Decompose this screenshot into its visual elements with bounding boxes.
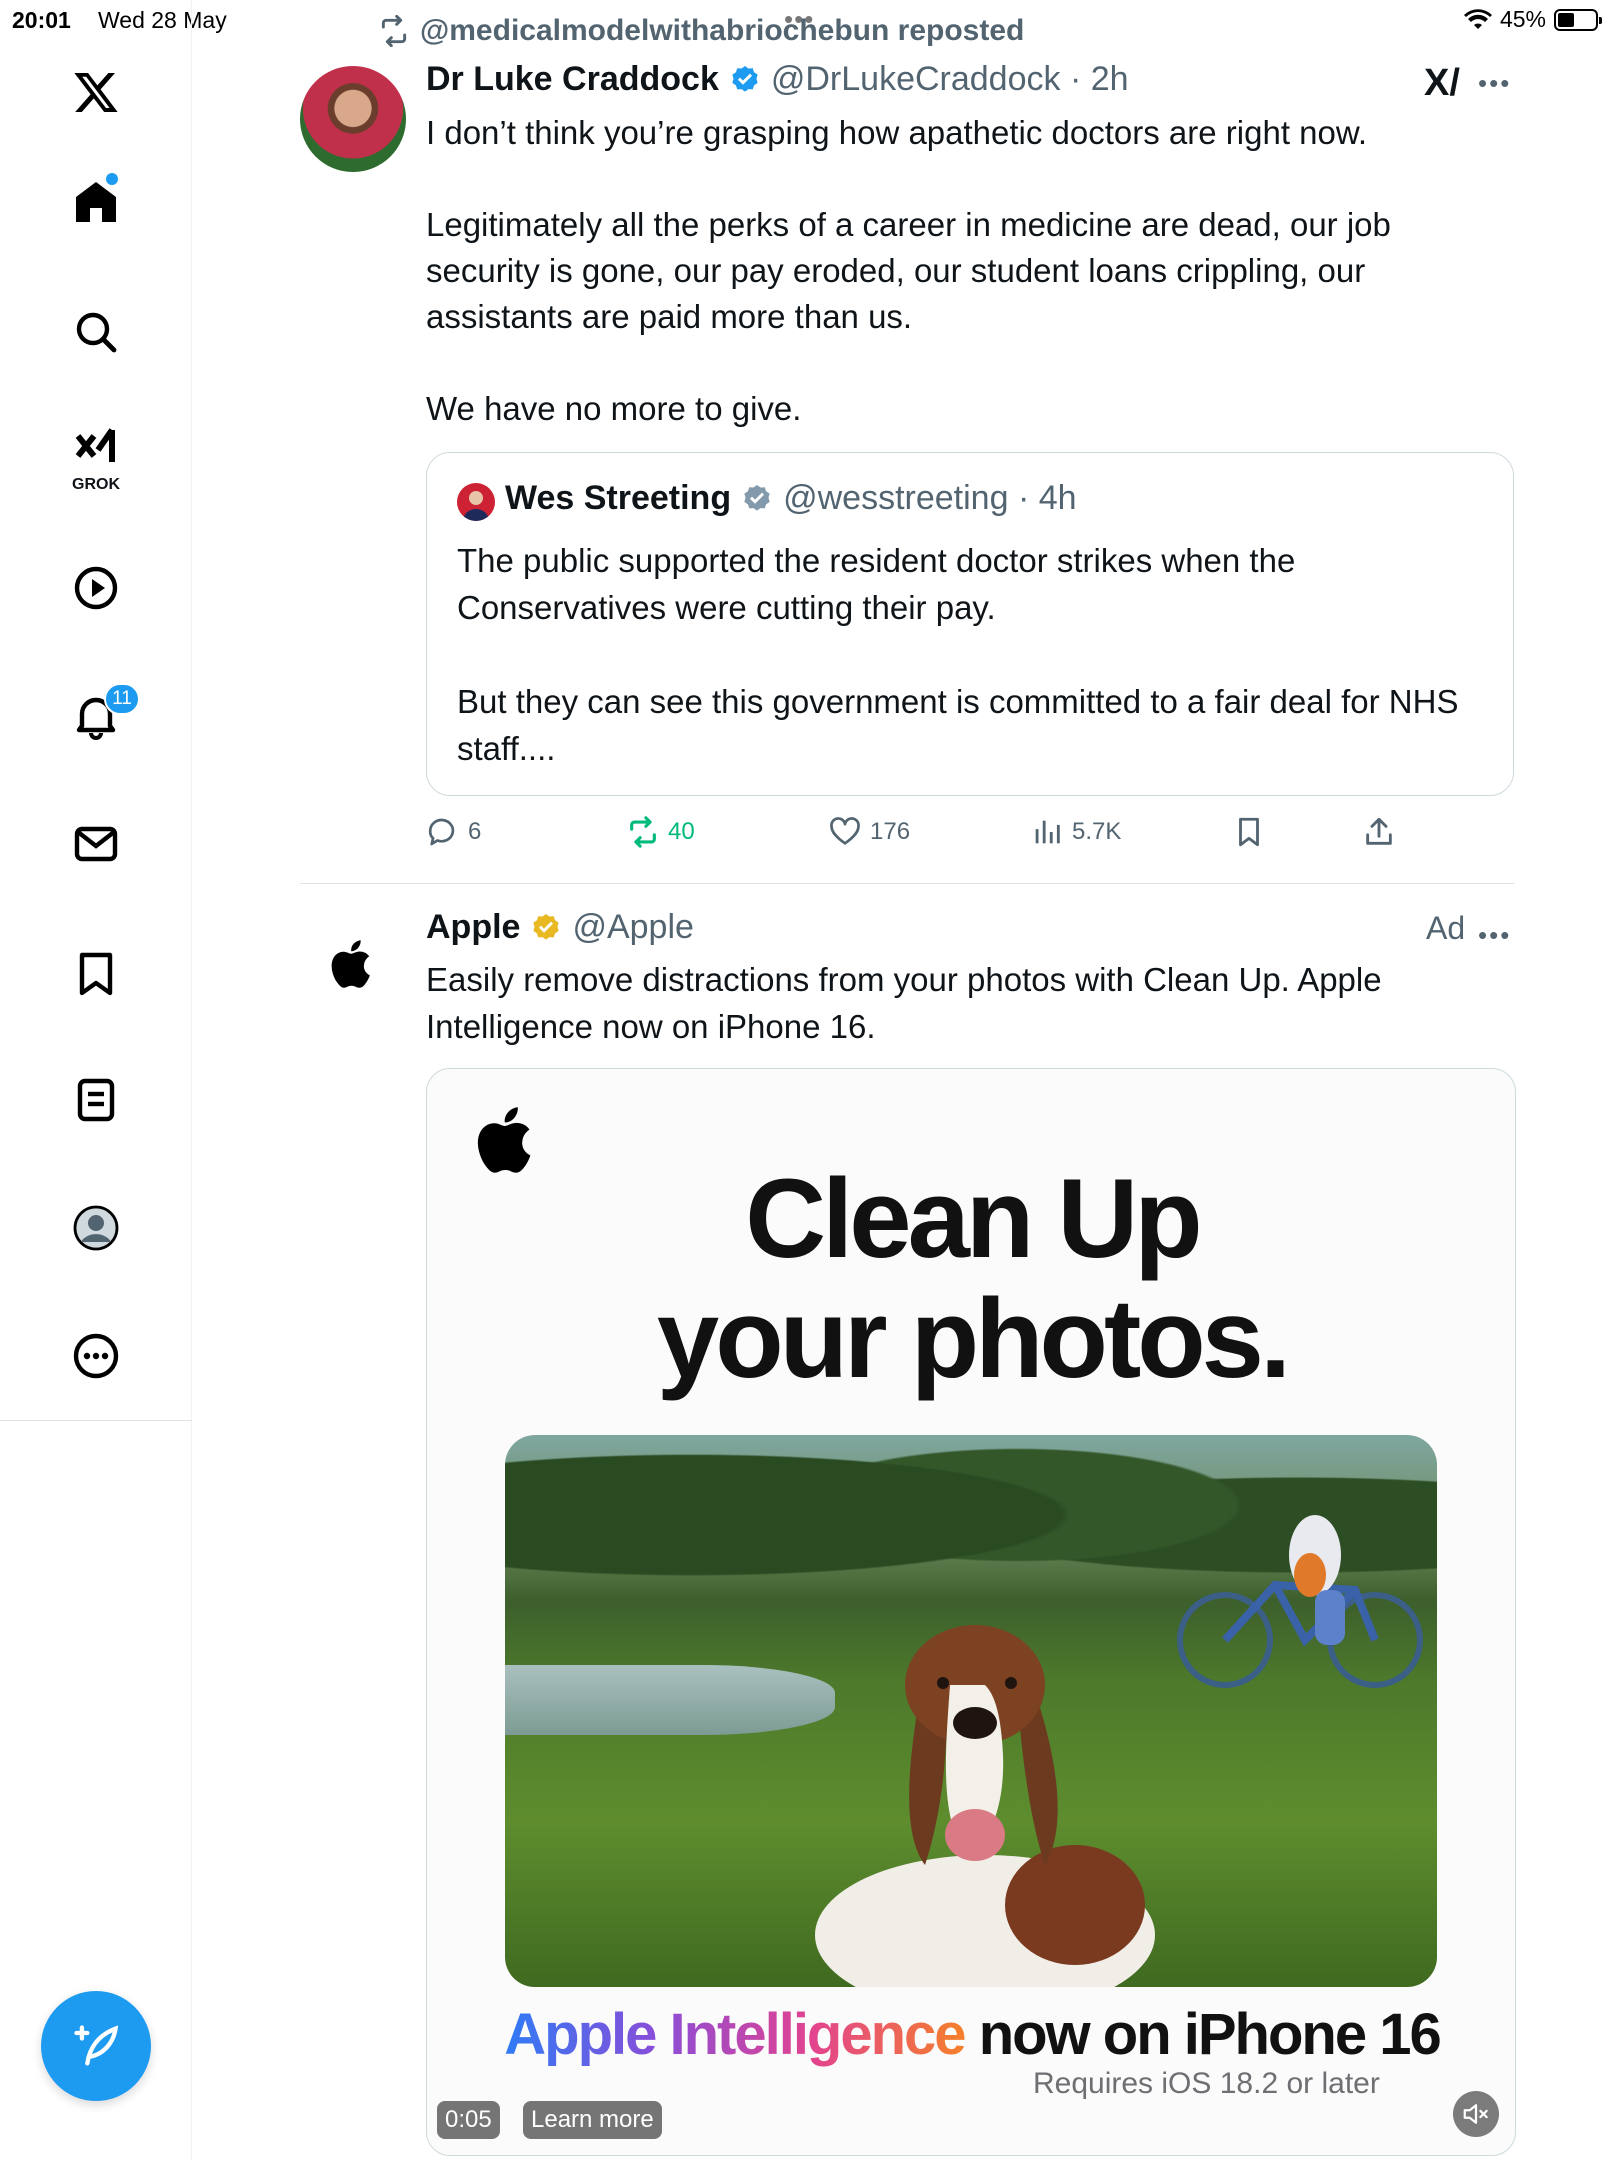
- more-options-icon[interactable]: [66, 1326, 126, 1386]
- grok-icon[interactable]: [66, 420, 126, 480]
- views-chart-icon: [1035, 820, 1060, 844]
- notifications-badge: 11: [104, 683, 140, 715]
- grok-explain-icon[interactable]: X/: [1424, 62, 1460, 105]
- grok-label: GROK: [72, 476, 120, 493]
- ad-author-name[interactable]: Apple: [426, 908, 520, 947]
- like-button[interactable]: 176: [828, 815, 910, 849]
- sidebar-divider: [0, 1420, 192, 1421]
- verified-badge-icon: [732, 65, 758, 92]
- x-logo-icon[interactable]: [66, 62, 126, 122]
- tweet-actions: 6 40 176 5.7K: [426, 815, 1516, 855]
- wifi-icon: [1463, 8, 1492, 29]
- mute-button[interactable]: [1453, 2091, 1499, 2137]
- dot-separator: ·: [1008, 479, 1039, 517]
- quoted-header: Wes Streeting @wesstreeting · 4h: [505, 479, 1077, 518]
- tweet-divider: [300, 883, 1514, 884]
- reply-button[interactable]: 6: [426, 815, 481, 849]
- dot-separator: ·: [1060, 60, 1091, 98]
- quoted-text: The public supported the resident doctor…: [457, 542, 1459, 767]
- ad-label: Ad: [1426, 910, 1466, 946]
- profile-avatar-icon[interactable]: [66, 1198, 126, 1258]
- tweet-header: Dr Luke Craddock @DrLukeCraddock · 2h: [426, 60, 1129, 99]
- bookmarks-icon[interactable]: [66, 944, 126, 1004]
- battery-percent: 45%: [1499, 6, 1546, 32]
- repost-icon: [381, 15, 407, 47]
- share-button[interactable]: [1362, 815, 1396, 849]
- video-duration: 0:05: [437, 2101, 500, 2139]
- compose-post-button[interactable]: [41, 1991, 151, 2101]
- tagline-rest: now on iPhone 16: [964, 2002, 1442, 2067]
- repost-indicator[interactable]: @medicalmodelwithabriochebun reposted: [378, 14, 1024, 48]
- media-headline: Clean Up your photos.: [656, 1156, 1291, 1401]
- dog-photo: [505, 1435, 1437, 1987]
- quoted-tweet[interactable]: Wes Streeting @wesstreeting · 4h The pub…: [426, 452, 1514, 796]
- bookmark-icon: [1239, 817, 1259, 847]
- lists-icon[interactable]: [66, 1070, 126, 1130]
- quoted-author-name: Wes Streeting: [505, 479, 732, 517]
- ad-more-icon[interactable]: •••: [1478, 920, 1511, 951]
- quoted-author-handle: @wesstreeting: [783, 479, 1009, 517]
- author-handle[interactable]: @DrLukeCraddock: [771, 60, 1061, 99]
- ad-video[interactable]: Clean Up your photos. Apple Intelligence…: [426, 1068, 1516, 2156]
- search-icon[interactable]: [66, 302, 126, 362]
- tagline-apple-intelligence: Apple Intelligence: [504, 2002, 966, 2067]
- like-count: 176: [870, 818, 911, 845]
- video-play-icon[interactable]: [66, 558, 126, 618]
- status-right: 45%: [1463, 6, 1602, 33]
- tweet-time[interactable]: 2h: [1091, 60, 1129, 99]
- verified-badge-grey-icon: [744, 484, 770, 511]
- battery-icon: [1554, 8, 1602, 31]
- views-button[interactable]: 5.7K: [1030, 815, 1121, 849]
- media-requirement: Requires iOS 18.2 or later: [1033, 2067, 1380, 2100]
- author-avatar[interactable]: [300, 66, 406, 172]
- compose-feather-icon: [74, 2025, 119, 2066]
- reply-count: 6: [468, 818, 482, 845]
- ad-header: Apple @Apple: [426, 908, 694, 947]
- repost-count: 40: [668, 818, 695, 845]
- share-icon: [1366, 817, 1392, 845]
- sidebar: GROK 11: [0, 0, 192, 2160]
- author-name[interactable]: Dr Luke Craddock: [426, 60, 719, 99]
- home-unread-dot: [106, 173, 118, 185]
- heart-icon: [830, 817, 860, 845]
- verified-gold-badge-icon: [533, 913, 560, 940]
- quoted-author-avatar: [457, 483, 495, 521]
- messages-envelope-icon[interactable]: [66, 814, 126, 874]
- bicycle-rider-image: [1177, 1515, 1423, 1688]
- reply-icon: [428, 818, 455, 846]
- media-tagline: Apple Intelligence now on iPhone 16: [427, 2001, 1515, 2068]
- tweet-more-icon[interactable]: •••: [1478, 68, 1511, 99]
- ad-text: Easily remove distractions from your pho…: [426, 961, 1391, 1045]
- learn-more-button[interactable]: Learn more: [523, 2101, 662, 2139]
- quoted-time: 4h: [1038, 479, 1077, 517]
- repost-green-icon: [630, 816, 656, 848]
- basset-hound-image: [815, 1625, 1155, 1987]
- ad-author-handle[interactable]: @Apple: [572, 908, 693, 947]
- speaker-muted-icon: [1463, 2104, 1488, 2124]
- repost-button[interactable]: 40: [626, 815, 695, 849]
- bookmark-button[interactable]: [1232, 815, 1266, 849]
- repost-text: @medicalmodelwithabriochebun reposted: [420, 14, 1025, 47]
- battery-fill: [1558, 12, 1575, 27]
- tweet-text: I don’t think you’re grasping how apathe…: [426, 114, 1391, 427]
- apple-logo-avatar-icon[interactable]: [330, 936, 380, 992]
- views-count: 5.7K: [1072, 818, 1122, 845]
